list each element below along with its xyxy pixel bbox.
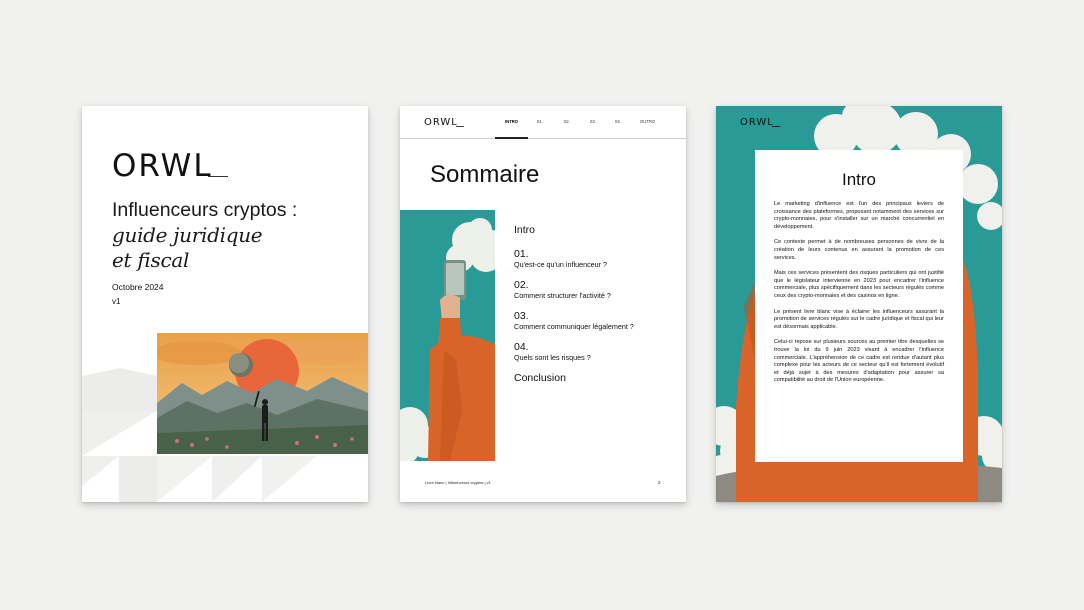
logo-underline bbox=[772, 126, 780, 127]
cover-title-line1: Influenceurs cryptos : bbox=[112, 199, 298, 221]
cover-version: v1 bbox=[112, 297, 121, 306]
summary-page: ORWL INTRO 01. 02. 03. 04. OUTRO Sommair… bbox=[400, 106, 686, 502]
page-footer: Livre blanc | Influenceurs cryptos | v1 bbox=[425, 480, 491, 485]
toc-item-number: 02. bbox=[514, 279, 529, 291]
intro-card: Intro Le marketing d'influence est l'un … bbox=[755, 150, 963, 462]
tab-intro[interactable]: INTRO bbox=[505, 119, 518, 124]
toc-item[interactable]: 04. Quels sont les risques ? bbox=[514, 341, 674, 362]
toc-item-label: Comment communiquer légalement ? bbox=[514, 322, 634, 331]
tab-outro[interactable]: OUTRO bbox=[640, 119, 655, 124]
logo-underline bbox=[456, 126, 464, 127]
cover-page: ORWL Influenceurs cryptos : guide juridi… bbox=[82, 106, 368, 502]
toc-item[interactable]: 03. Comment communiquer légalement ? bbox=[514, 310, 674, 331]
intro-paragraph: Le marketing d'influence est l'un des pr… bbox=[774, 201, 944, 230]
toc-conclusion[interactable]: Conclusion bbox=[514, 372, 674, 384]
tab-01[interactable]: 01. bbox=[537, 119, 543, 124]
cover-logo: ORWL bbox=[112, 148, 213, 184]
toc-item[interactable]: 01. Qu'est-ce qu'un influenceur ? bbox=[514, 248, 674, 269]
page-header: ORWL INTRO 01. 02. 03. 04. OUTRO bbox=[400, 106, 686, 139]
cover-title-line3: et fiscal bbox=[112, 248, 190, 272]
tab-03[interactable]: 03. bbox=[590, 119, 596, 124]
intro-paragraph: Mais ces services présentent des risques… bbox=[774, 270, 944, 299]
summary-illustration bbox=[400, 210, 495, 461]
logo-underline bbox=[208, 176, 228, 178]
intro-paragraph: Ce contexte permet à de nombreuses perso… bbox=[774, 239, 944, 261]
page-title: Sommaire bbox=[430, 161, 540, 188]
cover-title-line2: guide juridique bbox=[112, 223, 263, 247]
cover-title: Influenceurs cryptos : guide juridique e… bbox=[112, 198, 297, 273]
toc-item-number: 04. bbox=[514, 341, 529, 353]
header-logo: ORWL bbox=[740, 117, 774, 128]
intro-paragraph: Le présent livre blanc vise à éclairer l… bbox=[774, 308, 944, 330]
toc-item-number: 03. bbox=[514, 310, 529, 322]
intro-paragraph: Celui-ci repose sur plusieurs sources au… bbox=[774, 339, 944, 384]
toc-item-label: Qu'est-ce qu'un influenceur ? bbox=[514, 260, 608, 269]
table-of-contents: Intro 01. Qu'est-ce qu'un influenceur ? … bbox=[514, 224, 674, 384]
cover-date: Octobre 2024 bbox=[112, 282, 164, 292]
tab-02[interactable]: 02. bbox=[564, 119, 570, 124]
toc-item-label: Comment structurer l'activité ? bbox=[514, 291, 611, 300]
toc-item[interactable]: 02. Comment structurer l'activité ? bbox=[514, 279, 674, 300]
toc-item-number: 01. bbox=[514, 248, 529, 260]
intro-body: Le marketing d'influence est l'un des pr… bbox=[774, 201, 944, 393]
cover-illustration bbox=[157, 333, 368, 454]
toc-intro[interactable]: Intro bbox=[514, 224, 674, 236]
intro-page: ORWL Intro Le marketing d'influence est … bbox=[716, 106, 1002, 502]
intro-title: Intro bbox=[841, 170, 877, 189]
tab-04[interactable]: 04. bbox=[615, 119, 621, 124]
page-number: 2 bbox=[658, 480, 661, 485]
header-logo: ORWL bbox=[424, 117, 458, 128]
active-tab-indicator bbox=[495, 137, 528, 139]
toc-item-label: Quels sont les risques ? bbox=[514, 353, 591, 362]
